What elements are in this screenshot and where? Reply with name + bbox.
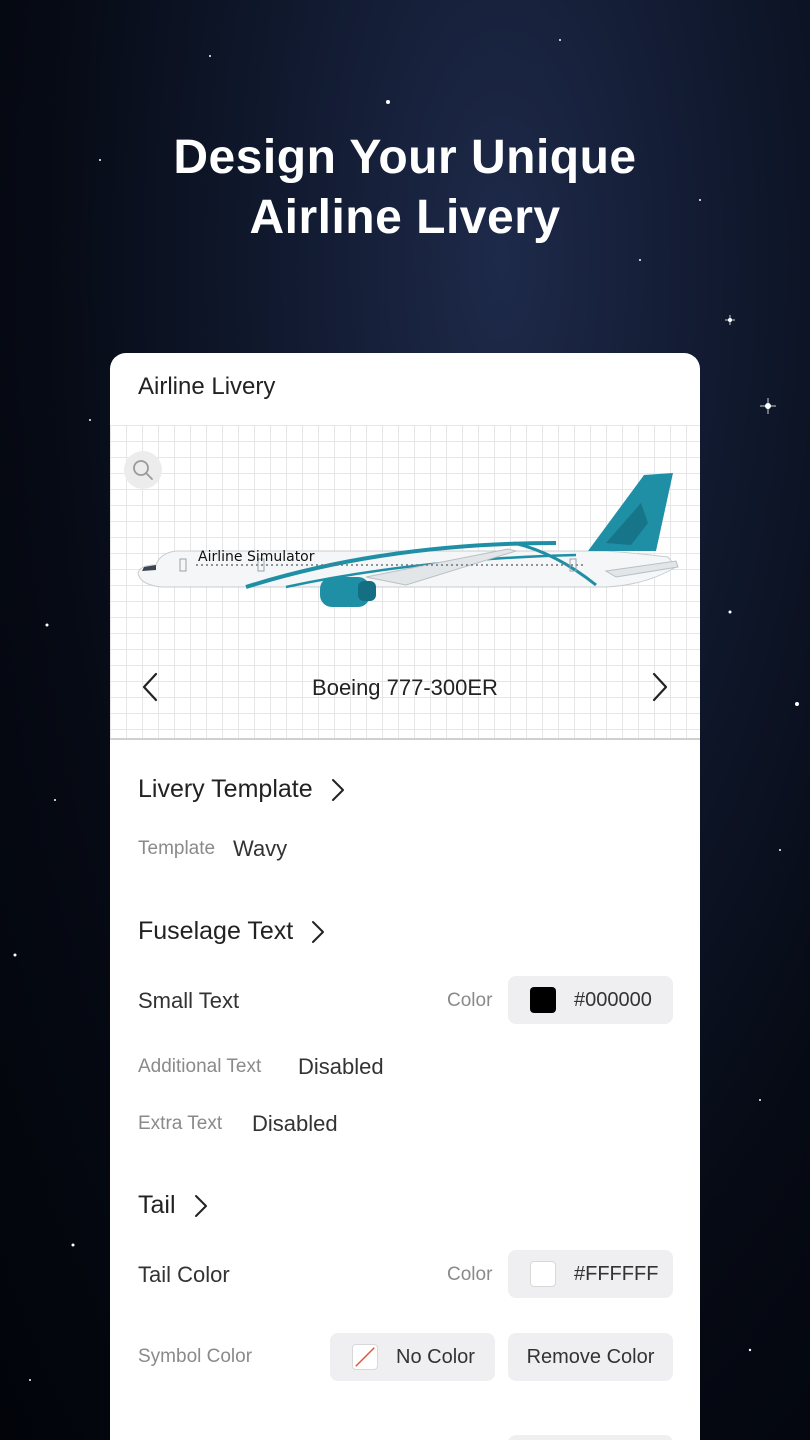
aircraft-model-name: Boeing 777-300ER [312,675,498,700]
chevron-right-icon [331,778,344,801]
no-color-icon [352,1344,378,1370]
symbol-color-label: Symbol Color [138,1346,253,1367]
template-label: Template [138,838,216,859]
small-text-label: Small Text [138,988,240,1013]
tail-section[interactable]: Tail [138,1191,212,1220]
next-aircraft-button[interactable] [642,670,676,704]
livery-editor-card: Airline Livery Airline Simulator Boeing … [110,353,700,1440]
small-text-color-picker[interactable]: #000000 [508,976,673,1024]
fuselage-text-section[interactable]: Fuselage Text [138,917,329,946]
livery-template-heading: Livery Template [138,775,313,803]
tail-color-color-label: Color [447,1264,493,1285]
remove-color-label: Remove Color [526,1345,655,1368]
card-title: Airline Livery [138,373,276,400]
symbol-color-picker[interactable]: No Color [330,1333,495,1381]
color-swatch [530,1261,556,1287]
chevron-right-icon [194,1194,207,1217]
color-swatch [530,987,556,1013]
chevron-right-icon [312,920,325,943]
tail-heading: Tail [138,1191,176,1219]
no-color-label: No Color [396,1345,475,1368]
fuselage-text-preview: Airline Simulator [198,549,315,565]
next-row-picker[interactable] [508,1435,673,1440]
livery-preview: Airline Simulator Boeing 777-300ER [110,425,700,740]
small-text-color-value: #000000 [574,988,652,1011]
aircraft-illustration: Airline Simulator [137,473,679,607]
tail-color-label: Tail Color [138,1262,230,1287]
small-text-color-label: Color [447,990,493,1011]
additional-text-value[interactable]: Disabled [298,1054,384,1080]
headline-line-2: Airline Livery [249,191,561,244]
extra-text-label: Extra Text [138,1113,223,1134]
extra-text-value[interactable]: Disabled [252,1111,338,1137]
headline-line-1: Design Your Unique [173,131,637,184]
fuselage-text-heading: Fuselage Text [138,917,294,945]
promo-headline: Design Your Unique Airline Livery [0,128,810,248]
tail-color-picker[interactable]: #FFFFFF [508,1250,673,1298]
remove-color-button[interactable]: Remove Color [508,1333,673,1381]
livery-template-section[interactable]: Livery Template [138,775,349,804]
additional-text-label: Additional Text [138,1056,262,1077]
tail-color-value: #FFFFFF [574,1262,659,1285]
template-value: Wavy [233,836,288,861]
